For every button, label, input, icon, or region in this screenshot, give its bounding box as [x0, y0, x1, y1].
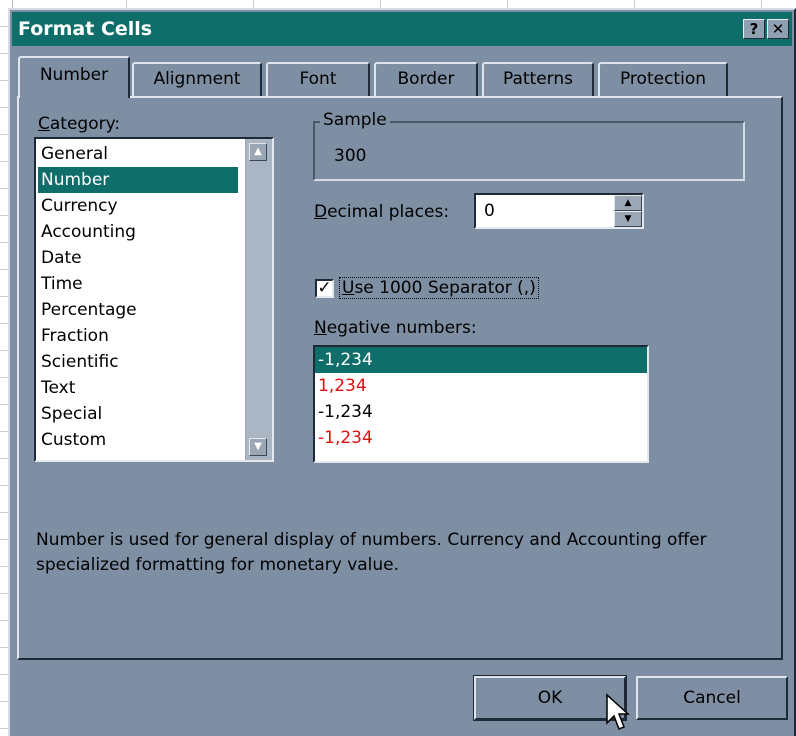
- list-item[interactable]: -1,234: [315, 399, 647, 425]
- list-item[interactable]: -1,234: [315, 347, 647, 373]
- title-bar[interactable]: Format Cells ? ✕: [12, 12, 792, 46]
- separator-checkbox-label[interactable]: Use 1000 Separator (,): [339, 277, 539, 299]
- negative-numbers-label: Negative numbers:: [314, 318, 477, 338]
- list-item[interactable]: Currency: [38, 193, 238, 219]
- tab-alignment[interactable]: Alignment: [132, 62, 262, 96]
- arrow-down-icon: ▼: [254, 441, 262, 452]
- dialog-title: Format Cells: [18, 18, 153, 40]
- arrow-down-icon: ▼: [624, 214, 632, 224]
- close-button[interactable]: ✕: [767, 19, 789, 39]
- arrow-up-icon: ▲: [624, 198, 632, 208]
- tab-protection[interactable]: Protection: [598, 62, 728, 96]
- tab-label: Alignment: [153, 69, 241, 89]
- list-item[interactable]: Time: [38, 271, 238, 297]
- tab-label: Number: [39, 65, 109, 85]
- help-button[interactable]: ?: [743, 19, 765, 39]
- category-label: Category:: [38, 114, 121, 134]
- list-item[interactable]: General: [38, 141, 238, 167]
- cancel-button[interactable]: Cancel: [636, 676, 788, 720]
- stepper-up-button[interactable]: ▲: [614, 195, 642, 211]
- ok-button[interactable]: OK: [473, 675, 627, 721]
- scroll-down-button[interactable]: ▼: [249, 438, 267, 456]
- tab-font[interactable]: Font: [266, 62, 370, 96]
- tab-border[interactable]: Border: [374, 62, 478, 96]
- format-description: Number is used for general display of nu…: [36, 530, 707, 575]
- list-item[interactable]: 1,234: [315, 373, 647, 399]
- tab-label: Patterns: [502, 69, 574, 89]
- sample-legend: Sample: [320, 110, 390, 130]
- category-list[interactable]: General Number Currency Accounting Date …: [34, 137, 274, 462]
- list-item[interactable]: Number: [38, 167, 238, 193]
- stepper-down-button[interactable]: ▼: [614, 211, 642, 227]
- list-item[interactable]: Accounting: [38, 219, 238, 245]
- list-item[interactable]: Fraction: [38, 323, 238, 349]
- close-icon: ✕: [771, 20, 785, 38]
- sample-group: [313, 121, 745, 181]
- tab-label: Font: [299, 69, 337, 89]
- list-item[interactable]: Special: [38, 401, 238, 427]
- decimal-places-stepper[interactable]: ▲ ▼: [614, 195, 642, 227]
- tab-label: Protection: [619, 69, 706, 89]
- negative-numbers-list[interactable]: -1,234 1,234 -1,234 -1,234: [313, 345, 649, 463]
- tab-label: Border: [397, 69, 455, 89]
- decimal-places-label: Decimal places:: [314, 202, 450, 222]
- mouse-cursor-icon: [606, 693, 630, 730]
- category-items: General Number Currency Accounting Date …: [38, 141, 238, 453]
- list-item[interactable]: Scientific: [38, 349, 238, 375]
- arrow-up-icon: ▲: [254, 146, 262, 157]
- list-item[interactable]: Percentage: [38, 297, 238, 323]
- checkmark-icon: ✓: [317, 278, 332, 298]
- category-scrollbar[interactable]: ▲ ▼: [245, 139, 272, 460]
- separator-checkbox[interactable]: ✓: [315, 279, 334, 298]
- list-item[interactable]: Text: [38, 375, 238, 401]
- sample-value: 300: [334, 146, 367, 166]
- list-item[interactable]: Custom: [38, 427, 238, 453]
- list-item[interactable]: Date: [38, 245, 238, 271]
- tab-number[interactable]: Number: [18, 56, 130, 98]
- tab-patterns[interactable]: Patterns: [482, 62, 594, 96]
- scroll-up-button[interactable]: ▲: [249, 143, 267, 161]
- list-item[interactable]: -1,234: [315, 425, 647, 451]
